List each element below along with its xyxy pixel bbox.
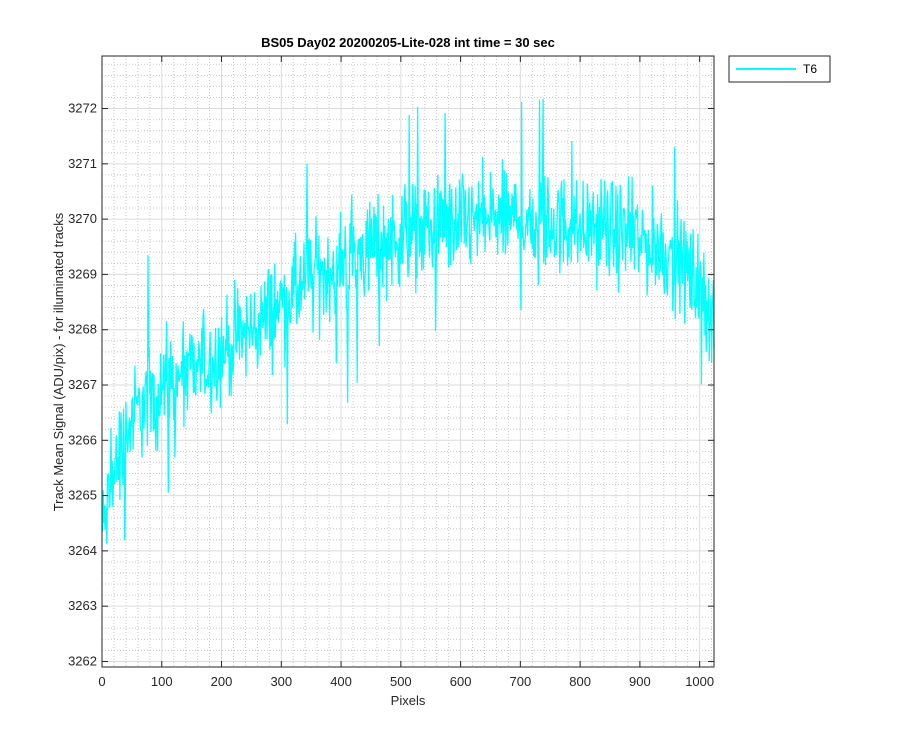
y-tick-label: 3269 <box>68 266 97 281</box>
x-tick-label: 300 <box>270 674 292 689</box>
legend[interactable]: T6 <box>728 55 831 83</box>
legend-label-t6: T6 <box>803 62 817 76</box>
x-tick-label: 800 <box>569 674 591 689</box>
y-tick-label: 3272 <box>68 101 97 116</box>
x-tick-label: 200 <box>211 674 233 689</box>
x-tick-label: 600 <box>450 674 472 689</box>
x-tick-label: 900 <box>629 674 651 689</box>
x-axis-label: Pixels <box>391 693 426 708</box>
y-tick-label: 3264 <box>68 543 97 558</box>
x-tick-label: 0 <box>98 674 105 689</box>
chart-title: BS05 Day02 20200205-Lite-028 int time = … <box>261 35 555 50</box>
y-tick-label: 3263 <box>68 598 97 613</box>
x-tick-label: 500 <box>390 674 412 689</box>
y-tick-label: 3265 <box>68 488 97 503</box>
y-axis-label: Track Mean Signal (ADU/pix) - for illumi… <box>51 212 66 511</box>
y-tick-label: 3270 <box>68 211 97 226</box>
y-tick-label: 3266 <box>68 432 97 447</box>
y-tick-label: 3268 <box>68 322 97 337</box>
x-tick-label: 400 <box>330 674 352 689</box>
y-tick-label: 3271 <box>68 156 97 171</box>
plot-area: 0 100 200 300 400 500 600 700 800 900 1000 3262 3263… <box>68 55 715 689</box>
figure: BS05 Day02 20200205-Lite-028 int time = … <box>0 0 900 750</box>
y-tick-label: 3267 <box>68 377 97 392</box>
line-chart: BS05 Day02 20200205-Lite-028 int time = … <box>0 0 900 750</box>
x-tick-label: 100 <box>151 674 173 689</box>
x-tick-label: 700 <box>510 674 532 689</box>
y-tick-label: 3262 <box>68 653 97 668</box>
x-tick-label: 1000 <box>685 674 714 689</box>
